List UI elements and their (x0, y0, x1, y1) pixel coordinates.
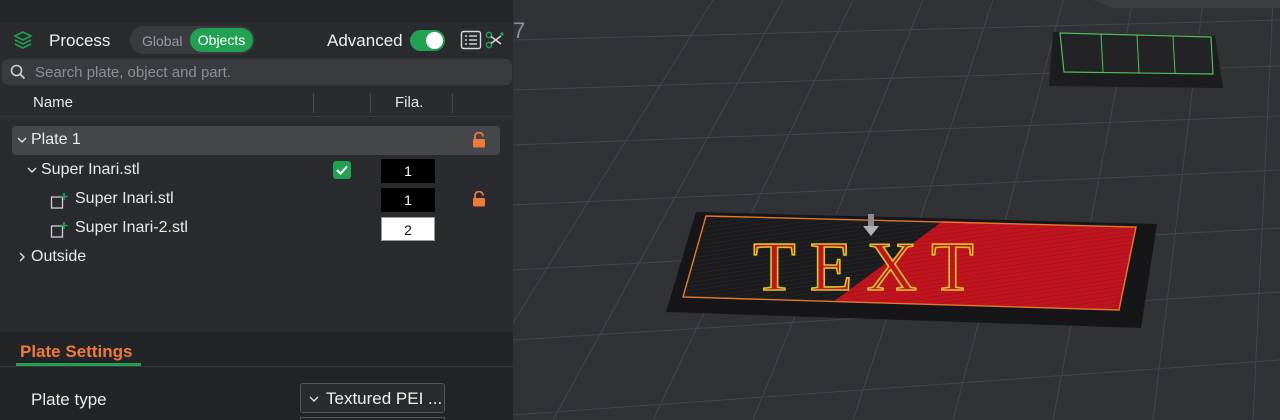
cut-icon[interactable] (485, 30, 505, 50)
chevron-right-icon[interactable] (17, 252, 27, 262)
process-title: Process (49, 31, 111, 50)
tree-row-part[interactable]: Super Inari-2.stl 2 (0, 214, 513, 243)
checkmark-icon (336, 165, 348, 175)
top-strip (0, 0, 513, 22)
chevron-down-icon[interactable] (17, 135, 27, 145)
scope-objects-option[interactable]: Objects (190, 28, 253, 52)
search-input[interactable]: Search plate, object and part. (35, 64, 231, 81)
advanced-toggle[interactable] (410, 30, 445, 51)
column-header: Name Fila. (0, 89, 513, 117)
filament-selector[interactable]: 1 (381, 188, 435, 212)
chevron-down-icon (309, 396, 319, 402)
chevron-down-icon[interactable] (27, 165, 37, 175)
column-divider (370, 93, 371, 113)
process-header: Process Global Objects Advanced (0, 22, 513, 58)
column-divider (313, 93, 314, 113)
printable-checkbox[interactable] (333, 161, 351, 179)
3d-viewport[interactable]: 7 TEXT (513, 0, 1280, 420)
column-name[interactable]: Name (33, 94, 73, 111)
list-icon[interactable] (460, 30, 482, 50)
tree-row-object[interactable]: Super Inari.stl 1 (0, 156, 513, 185)
filament-selector[interactable]: 1 (381, 159, 435, 183)
tree-row-part[interactable]: Super Inari.stl 1 (0, 185, 513, 214)
divider (0, 366, 513, 367)
part-icon (50, 222, 68, 238)
plate-type-label: Plate type (31, 390, 107, 409)
search-icon (10, 64, 26, 80)
plate-settings-tab[interactable]: Plate Settings (20, 342, 132, 362)
plate-type-value: Textured PEI ... (326, 389, 443, 408)
object-label: Super Inari.stl (41, 161, 140, 178)
search-bar[interactable]: Search plate, object and part. (2, 59, 512, 85)
unlock-icon[interactable] (472, 132, 486, 148)
toggle-knob (426, 32, 443, 49)
filament-selector[interactable]: 2 (381, 217, 435, 241)
bed-edge (1093, 0, 1280, 8)
scope-global-option[interactable]: Global (142, 33, 182, 49)
object-tree: Plate 1 Super Inari.stl 1 Super Inari.st… (0, 120, 513, 332)
left-panel: Process Global Objects Advanced Search p… (0, 0, 513, 420)
text-model[interactable]: TEXT (666, 212, 1157, 328)
tree-row-outside[interactable]: Outside (0, 243, 513, 272)
tree-row-plate[interactable]: Plate 1 (0, 126, 513, 155)
plate-settings-panel: Plate Settings Plate type Textured PEI .… (0, 332, 513, 420)
back-object[interactable] (1049, 32, 1223, 88)
column-divider (452, 93, 453, 113)
part-label: Super Inari.stl (75, 190, 174, 207)
part-icon (50, 193, 68, 209)
unlock-icon[interactable] (472, 191, 486, 207)
layers-icon (13, 31, 33, 49)
model-text: TEXT (753, 229, 988, 306)
selection-highlight (12, 126, 500, 155)
part-label: Super Inari-2.stl (75, 219, 188, 236)
scope-switch[interactable]: Global Objects (130, 26, 255, 54)
advanced-label: Advanced (327, 31, 403, 50)
viewport-canvas[interactable]: 7 TEXT (513, 0, 1280, 420)
axis-mark: 7 (513, 18, 525, 43)
column-filament[interactable]: Fila. (395, 94, 423, 111)
plate-label: Plate 1 (31, 131, 81, 148)
app-window: Process Global Objects Advanced Search p… (0, 0, 1280, 420)
outside-label: Outside (31, 248, 87, 265)
plate-type-dropdown[interactable]: Textured PEI ... (300, 383, 445, 413)
